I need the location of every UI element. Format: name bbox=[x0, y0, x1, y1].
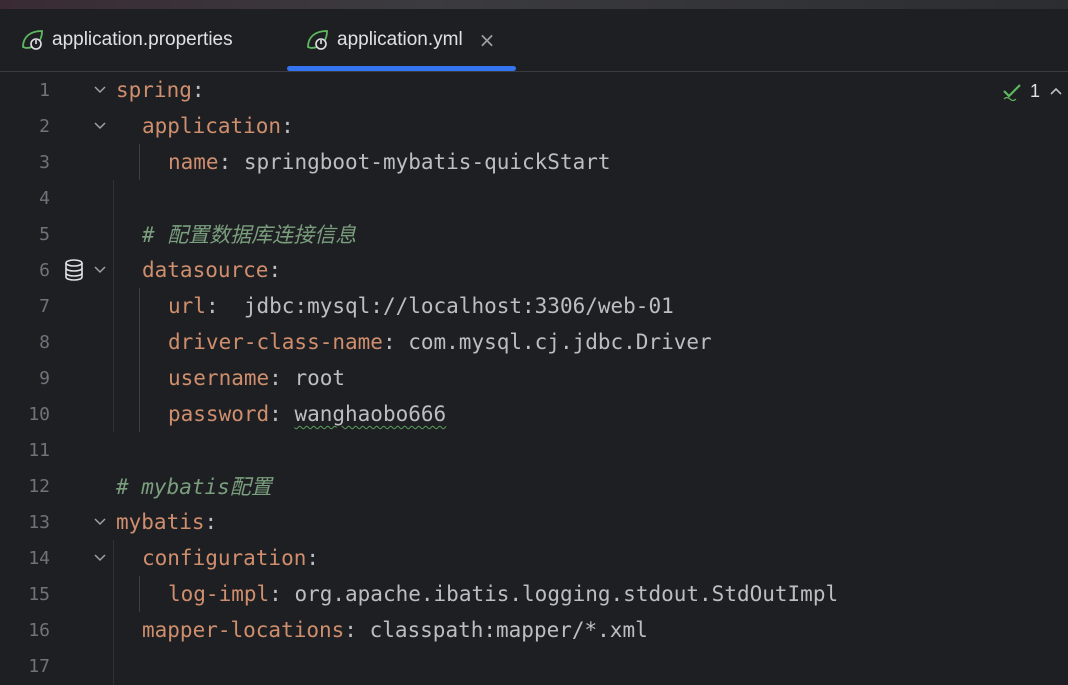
spring-leaf-icon bbox=[305, 27, 331, 53]
line-number: 8 bbox=[39, 331, 50, 353]
code-line: 14 configuration: bbox=[0, 540, 1068, 576]
code-line: 9 username: root bbox=[0, 360, 1068, 396]
fold-chevron-icon[interactable] bbox=[92, 262, 108, 278]
line-number: 11 bbox=[28, 439, 50, 461]
yaml-value: classpath:mapper/*.xml bbox=[369, 618, 648, 642]
code-line: 12 # mybatis配置 bbox=[0, 468, 1068, 504]
line-number: 4 bbox=[39, 187, 50, 209]
code-line: 15 log-impl: org.apache.ibatis.logging.s… bbox=[0, 576, 1068, 612]
code-line: 8 driver-class-name: com.mysql.cj.jdbc.D… bbox=[0, 324, 1068, 360]
yaml-separator: : bbox=[344, 618, 370, 642]
line-number: 2 bbox=[39, 115, 50, 137]
code-text: url: jdbc:mysql://localhost:3306/web-01 bbox=[168, 294, 674, 318]
line-number: 1 bbox=[39, 79, 50, 101]
yaml-value: jdbc:mysql://localhost:3306/web-01 bbox=[243, 294, 674, 318]
code-line: 5 # 配置数据库连接信息 bbox=[0, 216, 1068, 252]
yaml-key: driver-class-name bbox=[168, 330, 383, 354]
tab-label: application.properties bbox=[52, 29, 233, 50]
yaml-key: log-impl bbox=[168, 582, 270, 606]
code-line: 1 spring: bbox=[0, 72, 1068, 108]
yaml-key: datasource bbox=[142, 258, 269, 282]
line-number: 15 bbox=[28, 583, 50, 605]
yaml-separator: : bbox=[382, 330, 409, 354]
code-text: spring: bbox=[116, 78, 205, 102]
code-line: 6 datasource: bbox=[0, 252, 1068, 288]
line-number: 17 bbox=[28, 655, 50, 677]
yaml-separator: : bbox=[281, 114, 294, 138]
yaml-value: com.mysql.cj.jdbc.Driver bbox=[408, 330, 712, 354]
yaml-separator: : bbox=[191, 78, 205, 102]
fold-chevron-icon[interactable] bbox=[92, 82, 108, 98]
yaml-separator: : bbox=[268, 258, 282, 282]
fold-chevron-icon[interactable] bbox=[92, 118, 108, 134]
yaml-value: root bbox=[294, 366, 346, 390]
yaml-key: url bbox=[168, 294, 206, 318]
database-icon[interactable] bbox=[62, 258, 86, 282]
line-number: 5 bbox=[39, 223, 50, 245]
code-text: username: root bbox=[168, 366, 345, 390]
line-number: 16 bbox=[28, 619, 50, 641]
code-line: 10 password: wanghaobo666 bbox=[0, 396, 1068, 432]
yaml-separator: : bbox=[306, 546, 320, 570]
code-line: 4 bbox=[0, 180, 1068, 216]
yaml-separator: : bbox=[218, 150, 244, 174]
code-editor[interactable]: 1 1 spring: 2 application: 3 name: sprin… bbox=[0, 72, 1068, 685]
window-top-strip bbox=[0, 0, 1068, 9]
close-icon[interactable]: × bbox=[479, 30, 496, 50]
code-comment: # 配置数据库连接信息 bbox=[142, 223, 357, 247]
code-text: name: springboot-mybatis-quickStart bbox=[168, 150, 611, 174]
yaml-key: spring bbox=[116, 78, 192, 102]
code-line: 2 application: bbox=[0, 108, 1068, 144]
code-text: application: bbox=[142, 114, 294, 138]
line-number: 9 bbox=[39, 367, 50, 389]
tab-label: application.yml bbox=[337, 29, 463, 50]
yaml-separator: : bbox=[269, 582, 295, 606]
yaml-separator: : bbox=[269, 402, 295, 426]
yaml-separator: : bbox=[204, 510, 218, 534]
yaml-separator: : bbox=[269, 366, 295, 390]
tab-application-yml[interactable]: application.yml × bbox=[305, 9, 495, 71]
spring-leaf-icon bbox=[20, 27, 46, 53]
yaml-key: password bbox=[168, 402, 270, 426]
code-text: mybatis: bbox=[116, 510, 217, 534]
yaml-value: springboot-mybatis-quickStart bbox=[243, 150, 611, 174]
code-text: mapper-locations: classpath:mapper/*.xml bbox=[142, 618, 648, 642]
line-number: 13 bbox=[28, 511, 50, 533]
line-number: 3 bbox=[39, 151, 50, 173]
fold-chevron-icon[interactable] bbox=[92, 514, 108, 530]
code-line: 7 url: jdbc:mysql://localhost:3306/web-0… bbox=[0, 288, 1068, 324]
code-text: log-impl: org.apache.ibatis.logging.stdo… bbox=[168, 582, 838, 606]
code-text: driver-class-name: com.mysql.cj.jdbc.Dri… bbox=[168, 330, 712, 354]
yaml-separator: : bbox=[205, 294, 244, 318]
line-number: 14 bbox=[28, 547, 50, 569]
yaml-key: application bbox=[142, 114, 282, 138]
line-number: 12 bbox=[28, 475, 50, 497]
code-line: 16 mapper-locations: classpath:mapper/*.… bbox=[0, 612, 1068, 648]
editor-tab-bar: application.properties application.yml × bbox=[0, 9, 1068, 72]
active-tab-indicator bbox=[287, 66, 516, 71]
code-text: datasource: bbox=[142, 258, 281, 282]
yaml-key: mapper-locations bbox=[142, 618, 345, 642]
yaml-key: mybatis bbox=[116, 510, 205, 534]
line-number: 7 bbox=[39, 295, 50, 317]
code-text: password: wanghaobo666 bbox=[168, 402, 446, 426]
code-line: 17 bbox=[0, 648, 1068, 684]
yaml-value: org.apache.ibatis.logging.stdout.StdOutI… bbox=[294, 582, 839, 606]
line-number: 6 bbox=[39, 259, 50, 281]
yaml-key: username bbox=[168, 366, 270, 390]
fold-chevron-icon[interactable] bbox=[92, 550, 108, 566]
code-line: 11 bbox=[0, 432, 1068, 468]
code-line: 13 mybatis: bbox=[0, 504, 1068, 540]
code-comment: # mybatis配置 bbox=[116, 475, 272, 499]
code-text: configuration: bbox=[142, 546, 319, 570]
yaml-key: name bbox=[168, 150, 219, 174]
tab-application-properties[interactable]: application.properties bbox=[20, 9, 233, 71]
yaml-key: configuration bbox=[142, 546, 307, 570]
yaml-value: wanghaobo666 bbox=[294, 402, 447, 426]
line-number: 10 bbox=[28, 403, 50, 425]
code-line: 3 name: springboot-mybatis-quickStart bbox=[0, 144, 1068, 180]
